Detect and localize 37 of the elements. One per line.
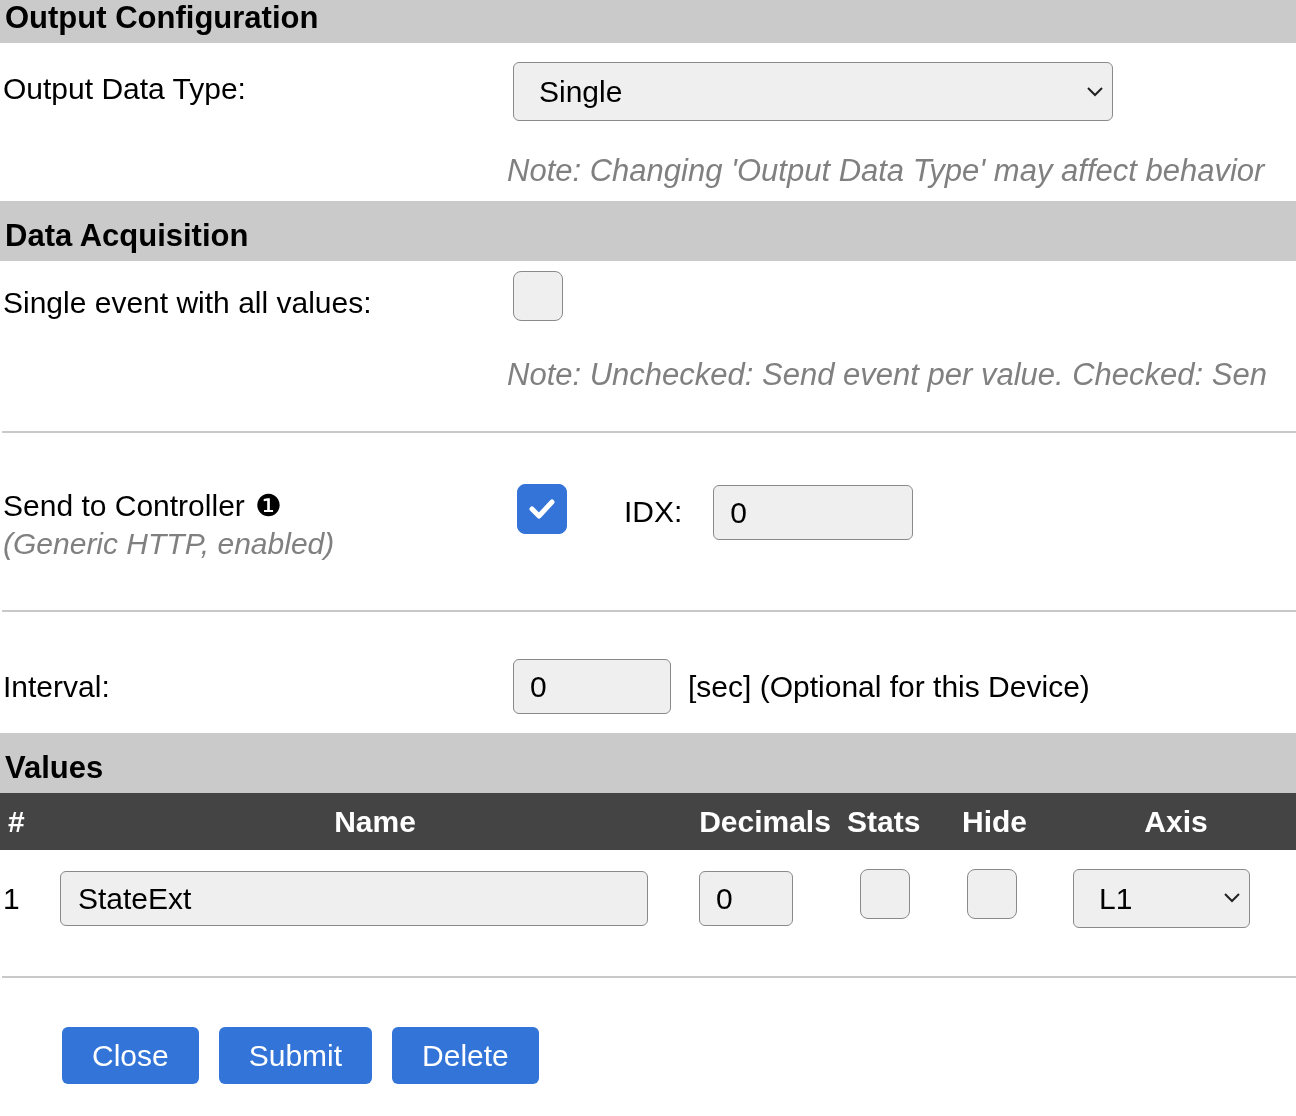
field-label: Send to Controller: [3, 491, 245, 521]
checkbox[interactable]: [513, 271, 563, 321]
idx-label: IDX:: [624, 497, 683, 530]
name-field[interactable]: StateExt: [60, 870, 648, 926]
note-text: Note: Unchecked: Send event per value. Checked: Sen: [507, 359, 1267, 390]
field-label: Output Data Type:: [2, 71, 247, 107]
info-number-text: ❶: [254, 491, 282, 521]
row-number: 1: [2, 880, 21, 917]
checkbox[interactable]: [860, 869, 910, 919]
action-button[interactable]: Close: [62, 1027, 199, 1084]
column-header: Hide: [961, 806, 1028, 837]
idx-field[interactable]: 0: [713, 485, 914, 540]
section-header: Output Configuration: [0, 0, 1296, 43]
select-field[interactable]: Single: [513, 62, 1113, 121]
action-button[interactable]: Delete: [392, 1027, 539, 1084]
column-header: Name: [333, 806, 417, 837]
chevron-down-icon: [1086, 85, 1104, 98]
action-button[interactable]: Submit: [218, 1027, 373, 1084]
interval-field[interactable]: 0: [513, 659, 671, 714]
axis-select[interactable]: L1: [1073, 868, 1250, 928]
checkbox[interactable]: [967, 869, 1017, 919]
sublabel-text: (Generic HTTP, enabled): [3, 529, 336, 559]
note-text: Note: Changing 'Output Data Type' may affect behavior: [507, 155, 1265, 186]
column-header: #: [7, 806, 26, 837]
field-label: Single event with all values:: [2, 285, 373, 321]
section-header: Data Acquisition: [0, 201, 1296, 261]
decimals-field[interactable]: 0: [699, 870, 793, 926]
field-label: Interval:: [2, 671, 111, 702]
section-header: Values: [0, 733, 1296, 793]
column-header: Stats: [846, 806, 922, 837]
column-header: Axis: [1143, 806, 1209, 837]
checkbox[interactable]: [517, 484, 567, 534]
select-value: L1: [1099, 880, 1133, 917]
column-header: Decimals: [698, 806, 832, 837]
unit-text: [sec] (Optional for this Device): [688, 671, 1090, 702]
chevron-down-icon: [1223, 892, 1241, 904]
select-value: Single: [539, 74, 623, 110]
